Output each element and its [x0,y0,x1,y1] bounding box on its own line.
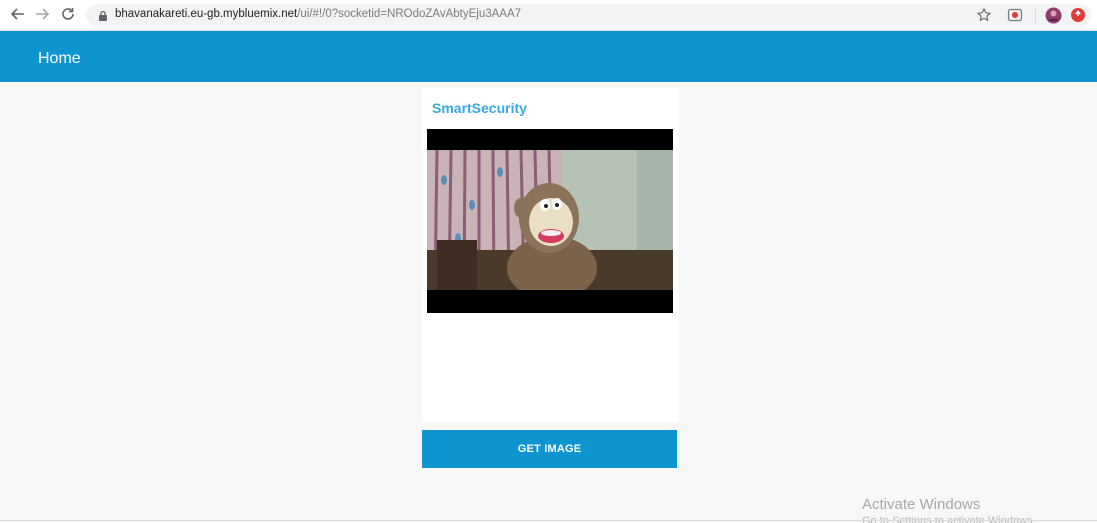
url-host: bhavanakareti.eu-gb.mybluemix.net [115,8,298,20]
reload-button[interactable] [58,4,78,24]
extension-alert-button[interactable] [1070,5,1086,25]
reload-icon [62,8,74,20]
alert-icon [1071,8,1085,22]
app-header: Home [0,31,1097,82]
url-text: bhavanakareti.eu-gb.mybluemix.net/ui/#!/… [115,8,521,20]
arrow-left-icon [11,8,24,20]
toolbar-divider [1035,9,1036,23]
browser-toolbar: bhavanakareti.eu-gb.mybluemix.net/ui/#!/… [0,0,1097,31]
bottom-divider [0,520,1097,521]
activate-windows-title: Activate Windows [862,496,981,513]
smartsecurity-card: SmartSecurity [422,88,679,422]
extension-button[interactable] [1007,5,1023,25]
star-icon [977,8,991,22]
bookmark-star-button[interactable] [977,5,991,25]
profile-avatar-button[interactable] [1045,5,1062,25]
webcam-snapshot [427,150,673,290]
forward-button[interactable] [32,4,52,24]
arrow-right-icon [36,8,49,20]
get-image-button[interactable]: GET IMAGE [422,430,677,468]
activate-windows-subtitle: Go to Settings to activate Windows. [862,515,1036,523]
camera-image [427,129,673,313]
extension-screen-icon [1007,8,1023,22]
address-bar[interactable]: bhavanakareti.eu-gb.mybluemix.net/ui/#!/… [86,4,1091,26]
url-path: /ui/#!/0?socketid=NROdoZAvAbtyEju3AAA7 [297,8,522,20]
back-button[interactable] [8,4,28,24]
lock-icon [99,10,107,21]
card-title: SmartSecurity [432,100,527,116]
avatar-icon [1045,7,1062,23]
page-title[interactable]: Home [38,50,81,68]
